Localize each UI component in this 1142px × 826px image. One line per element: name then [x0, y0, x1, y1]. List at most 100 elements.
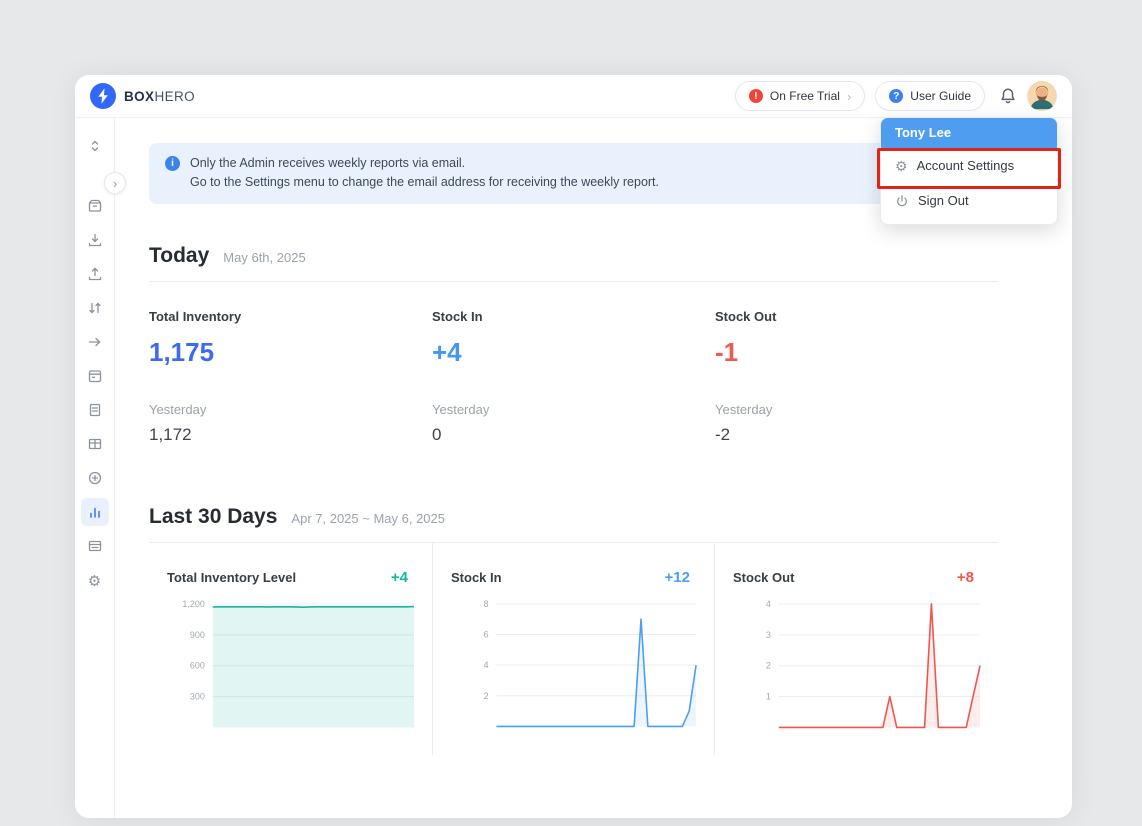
charts-row: Total Inventory Level +4 3006009001,200 … [149, 543, 998, 755]
brand-name: BOXHERO [124, 89, 195, 104]
free-trial-label: On Free Trial [770, 89, 840, 103]
info-banner-line1: Only the Admin receives weekly reports v… [190, 154, 659, 173]
svg-text:600: 600 [190, 660, 205, 670]
chart-change-badge: +12 [665, 569, 690, 586]
stat-label: Stock Out [715, 309, 998, 324]
sidebar-item-datasheet[interactable] [81, 430, 109, 458]
divider [149, 281, 998, 282]
calendar-icon [87, 368, 103, 384]
sidebar-item-inventory-list[interactable] [81, 532, 109, 560]
table-icon [87, 436, 103, 452]
stat-label: Stock In [432, 309, 715, 324]
last30-title: Last 30 Days [149, 505, 277, 529]
sidebar-item-stock-in[interactable] [81, 226, 109, 254]
stat-stock-in: Stock In +4 Yesterday 0 [432, 309, 715, 445]
arrow-right-icon [87, 334, 103, 350]
chart-title: Stock Out [733, 570, 794, 585]
today-date: May 6th, 2025 [223, 250, 305, 265]
user-guide-label: User Guide [910, 89, 971, 103]
svg-text:4: 4 [766, 599, 771, 609]
svg-text:1,200: 1,200 [182, 599, 204, 609]
chart-title: Stock In [451, 570, 502, 585]
stat-yesterday-label: Yesterday [715, 402, 998, 417]
user-menu-name[interactable]: Tony Lee [881, 118, 1057, 148]
sidebar-item-sort[interactable] [81, 132, 109, 160]
line-chart-stock-out: 1 2 3 4 [729, 592, 988, 741]
power-icon [895, 194, 909, 208]
sidebar-item-past-quantity[interactable] [81, 362, 109, 390]
info-banner-text: Only the Admin receives weekly reports v… [190, 154, 659, 193]
info-icon: i [165, 156, 180, 171]
top-bar: BOXHERO ! On Free Trial › ? User Guide [75, 75, 1072, 118]
line-chart-stock-in: 2 4 6 8 [447, 592, 704, 740]
chart-card-stock-in: Stock In +12 2 4 6 8 [432, 543, 715, 755]
stat-yesterday-value: 1,172 [149, 425, 432, 445]
chart-change-badge: +4 [391, 569, 408, 586]
stat-value: -1 [715, 337, 998, 368]
today-section: Today May 6th, 2025 Total Inventory 1,17… [149, 244, 998, 445]
svg-text:900: 900 [190, 630, 205, 640]
notifications-button[interactable] [999, 87, 1017, 105]
svg-text:1: 1 [766, 691, 771, 701]
free-trial-button[interactable]: ! On Free Trial › [735, 81, 865, 111]
chevron-right-icon: › [847, 89, 851, 104]
boxhero-logo-icon [90, 83, 116, 109]
app-window: BOXHERO ! On Free Trial › ? User Guide [75, 75, 1072, 818]
chart-title: Total Inventory Level [167, 570, 296, 585]
svg-text:6: 6 [484, 629, 489, 639]
line-chart-total-inventory: 300 600 900 1,200 [163, 592, 422, 741]
gear-icon: ⚙ [88, 572, 101, 590]
avatar-image [1027, 81, 1057, 111]
sidebar-item-analytics[interactable] [81, 498, 109, 526]
stock-in-icon [87, 232, 103, 248]
chart-card-stock-out: Stock Out +8 1 2 3 4 [715, 543, 998, 755]
sidebar: ⚙ [75, 118, 115, 818]
svg-text:4: 4 [484, 660, 489, 670]
topbar-actions: ! On Free Trial › ? User Guide [735, 81, 1057, 111]
user-menu: Tony Lee ⚙ Account Settings Sign Out [880, 117, 1058, 225]
document-icon [87, 402, 103, 418]
user-avatar[interactable] [1027, 81, 1057, 111]
stat-value: 1,175 [149, 337, 432, 368]
sidebar-item-purchase-sales[interactable] [81, 396, 109, 424]
stat-yesterday-value: 0 [432, 425, 715, 445]
account-settings-item[interactable]: ⚙ Account Settings [881, 148, 1057, 183]
svg-text:300: 300 [190, 691, 205, 701]
swap-vertical-icon [87, 300, 103, 316]
sidebar-item-add[interactable] [81, 464, 109, 492]
chart-card-total-inventory: Total Inventory Level +4 300 600 900 1,200 [149, 543, 432, 755]
chart-change-badge: +8 [957, 569, 974, 586]
sidebar-item-settings[interactable]: ⚙ [81, 566, 109, 594]
sidebar-item-stock-out[interactable] [81, 260, 109, 288]
bell-icon [999, 87, 1017, 105]
account-settings-label: Account Settings [917, 158, 1015, 173]
stat-value: +4 [432, 337, 715, 368]
box-icon [87, 198, 103, 214]
sidebar-item-move[interactable] [81, 328, 109, 356]
gear-icon: ⚙ [895, 159, 908, 173]
sidebar-expand-button[interactable]: › [104, 172, 126, 194]
stat-yesterday-label: Yesterday [149, 402, 432, 417]
brand: BOXHERO [90, 83, 195, 109]
sort-arrows-icon [87, 138, 103, 154]
last30-section: Last 30 Days Apr 7, 2025 ~ May 6, 2025 T… [149, 505, 998, 755]
stat-label: Total Inventory [149, 309, 432, 324]
svg-text:3: 3 [766, 630, 771, 640]
stock-out-icon [87, 266, 103, 282]
stat-stock-out: Stock Out -1 Yesterday -2 [715, 309, 998, 445]
today-title: Today [149, 244, 209, 268]
svg-text:8: 8 [484, 599, 489, 609]
info-banner-line2: Go to the Settings menu to change the em… [190, 173, 659, 192]
sign-out-item[interactable]: Sign Out [881, 183, 1057, 218]
stat-yesterday-value: -2 [715, 425, 998, 445]
bar-chart-icon [87, 504, 103, 520]
list-box-icon [87, 538, 103, 554]
sidebar-item-items[interactable] [81, 192, 109, 220]
last30-range: Apr 7, 2025 ~ May 6, 2025 [291, 511, 445, 526]
svg-text:2: 2 [766, 660, 771, 670]
stat-yesterday-label: Yesterday [432, 402, 715, 417]
svg-text:2: 2 [484, 691, 489, 701]
trial-alert-icon: ! [749, 89, 763, 103]
sidebar-item-adjust[interactable] [81, 294, 109, 322]
user-guide-button[interactable]: ? User Guide [875, 81, 985, 111]
